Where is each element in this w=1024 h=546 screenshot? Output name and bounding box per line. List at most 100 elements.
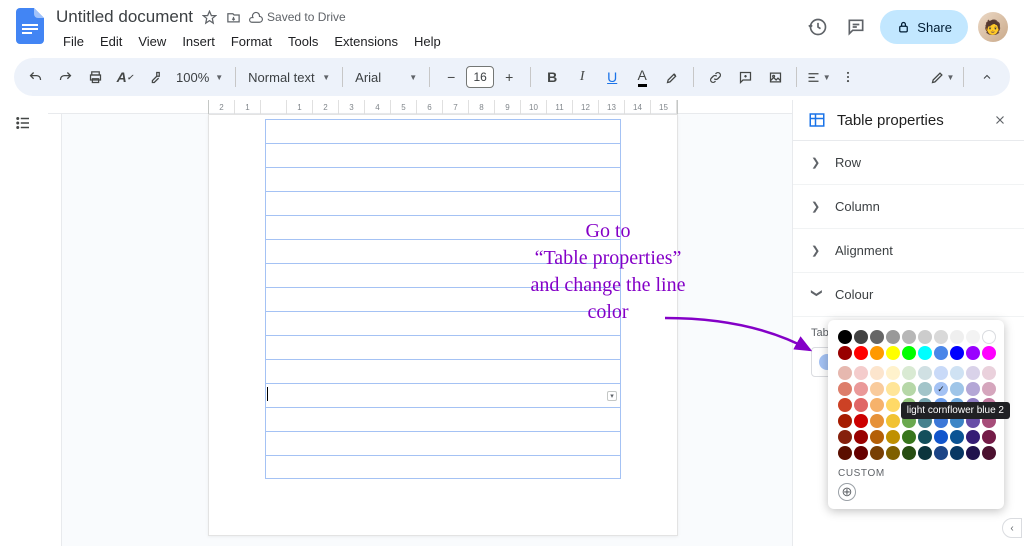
table-row[interactable]: [265, 335, 621, 359]
color-swatch[interactable]: [854, 346, 868, 360]
color-swatch[interactable]: [870, 346, 884, 360]
menu-view[interactable]: View: [131, 32, 173, 51]
menu-edit[interactable]: Edit: [93, 32, 129, 51]
color-swatch[interactable]: [966, 346, 980, 360]
color-swatch[interactable]: [918, 366, 932, 380]
table-row[interactable]: [265, 359, 621, 383]
color-swatch[interactable]: [982, 382, 996, 396]
table-row[interactable]: [265, 191, 621, 215]
table-row[interactable]: [265, 383, 621, 407]
color-swatch[interactable]: [950, 330, 964, 344]
color-swatch[interactable]: [838, 430, 852, 444]
table-row[interactable]: [265, 143, 621, 167]
color-swatch[interactable]: [854, 382, 868, 396]
color-swatch[interactable]: [886, 330, 900, 344]
color-swatch[interactable]: [934, 346, 948, 360]
paragraph-style-selector[interactable]: Normal text▼: [244, 70, 334, 85]
color-swatch[interactable]: [934, 446, 948, 460]
page[interactable]: ▾: [208, 114, 678, 536]
menu-extensions[interactable]: Extensions: [327, 32, 405, 51]
share-button[interactable]: Share: [880, 10, 968, 44]
color-swatch[interactable]: [966, 430, 980, 444]
color-swatch[interactable]: [966, 366, 980, 380]
color-swatch[interactable]: [854, 366, 868, 380]
color-swatch[interactable]: [838, 366, 852, 380]
color-swatch[interactable]: [950, 346, 964, 360]
color-swatch[interactable]: [838, 382, 852, 396]
color-swatch[interactable]: [902, 430, 916, 444]
table-row[interactable]: [265, 455, 621, 479]
color-swatch[interactable]: [854, 446, 868, 460]
section-colour[interactable]: ❯Colour: [793, 273, 1024, 317]
color-swatch[interactable]: [982, 346, 996, 360]
color-swatch[interactable]: [886, 414, 900, 428]
color-swatch[interactable]: [886, 382, 900, 396]
highlight-icon[interactable]: [659, 64, 685, 90]
font-size-input[interactable]: 16: [466, 66, 494, 88]
color-swatch[interactable]: [886, 346, 900, 360]
text-color-icon[interactable]: A: [629, 64, 655, 90]
bold-icon[interactable]: B: [539, 64, 565, 90]
insert-link-icon[interactable]: [702, 64, 728, 90]
color-swatch[interactable]: [854, 414, 868, 428]
row-handle-icon[interactable]: ▾: [607, 391, 617, 401]
color-swatch[interactable]: [854, 398, 868, 412]
collapse-toolbar-icon[interactable]: [972, 64, 1002, 90]
outline-icon[interactable]: [8, 108, 38, 138]
color-swatch[interactable]: [918, 330, 932, 344]
color-swatch[interactable]: [918, 346, 932, 360]
menu-file[interactable]: File: [56, 32, 91, 51]
color-swatch[interactable]: [966, 330, 980, 344]
increase-font-icon[interactable]: +: [496, 64, 522, 90]
section-row[interactable]: ❯Row: [793, 141, 1024, 185]
color-swatch[interactable]: [870, 446, 884, 460]
color-swatch[interactable]: [838, 398, 852, 412]
document-canvas[interactable]: 21123456789101112131415 ▾: [48, 100, 792, 546]
table-row[interactable]: [265, 407, 621, 431]
color-swatch[interactable]: [838, 414, 852, 428]
color-swatch[interactable]: [934, 366, 948, 380]
color-swatch[interactable]: [902, 330, 916, 344]
color-swatch[interactable]: [918, 446, 932, 460]
color-swatch[interactable]: [982, 446, 996, 460]
color-swatch[interactable]: [966, 382, 980, 396]
color-swatch[interactable]: [918, 382, 932, 396]
collapse-side-panel-icon[interactable]: ‹: [1002, 518, 1022, 538]
table-row[interactable]: [265, 263, 621, 287]
docs-logo[interactable]: [12, 8, 48, 44]
spellcheck-icon[interactable]: A✓: [112, 64, 138, 90]
color-swatch[interactable]: [838, 446, 852, 460]
decrease-font-icon[interactable]: −: [438, 64, 464, 90]
font-selector[interactable]: Arial▼: [351, 70, 421, 85]
section-alignment[interactable]: ❯Alignment: [793, 229, 1024, 273]
save-status[interactable]: Saved to Drive: [249, 10, 346, 24]
color-swatch[interactable]: [934, 330, 948, 344]
table-row[interactable]: [265, 311, 621, 335]
print-icon[interactable]: [82, 64, 108, 90]
color-swatch[interactable]: [886, 398, 900, 412]
color-swatch[interactable]: [966, 446, 980, 460]
color-swatch[interactable]: [838, 346, 852, 360]
menu-tools[interactable]: Tools: [281, 32, 325, 51]
paint-format-icon[interactable]: [142, 64, 168, 90]
table-row[interactable]: [265, 119, 621, 143]
table-row[interactable]: [265, 239, 621, 263]
table-row[interactable]: [265, 431, 621, 455]
color-swatch[interactable]: [934, 382, 948, 396]
table-row[interactable]: [265, 167, 621, 191]
color-swatch[interactable]: [838, 330, 852, 344]
color-swatch[interactable]: [870, 398, 884, 412]
color-swatch[interactable]: [886, 366, 900, 380]
color-swatch[interactable]: [950, 446, 964, 460]
close-icon[interactable]: [990, 110, 1010, 130]
color-swatch[interactable]: [902, 366, 916, 380]
menu-insert[interactable]: Insert: [175, 32, 222, 51]
editing-mode-icon[interactable]: ▼: [929, 64, 955, 90]
undo-icon[interactable]: [22, 64, 48, 90]
comments-icon[interactable]: [842, 13, 870, 41]
color-swatch[interactable]: [982, 330, 996, 344]
add-custom-color-icon[interactable]: ⊕: [838, 483, 856, 501]
color-swatch[interactable]: [902, 382, 916, 396]
menu-help[interactable]: Help: [407, 32, 448, 51]
color-swatch[interactable]: [982, 366, 996, 380]
